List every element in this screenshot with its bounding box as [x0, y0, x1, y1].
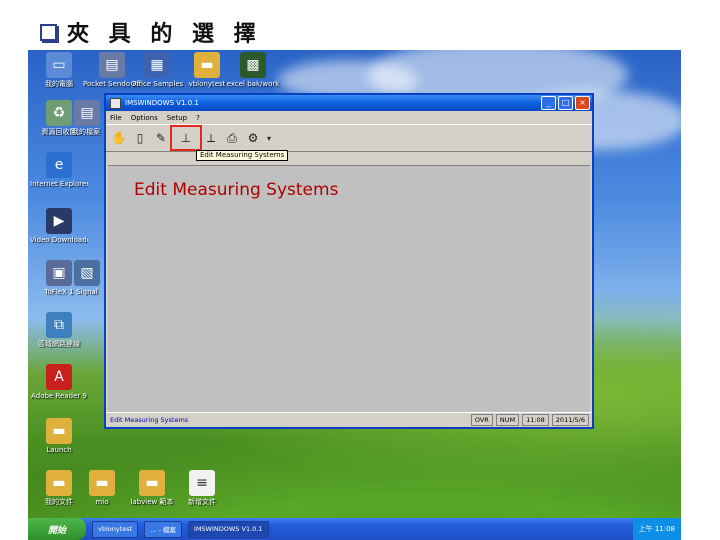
menu-help[interactable]: ? — [196, 114, 200, 122]
shortcut-icon: ▤ — [74, 100, 100, 126]
menu-options[interactable]: Options — [131, 114, 158, 122]
toolbar: ✋ ▯ ✎ ⊥ ⟂ ⎙ ⚙ ▾ — [106, 124, 592, 152]
status-message: Edit Measuring Systems — [110, 416, 189, 424]
maximize-button[interactable]: □ — [558, 96, 573, 110]
tooltip: Edit Measuring Systems — [196, 150, 289, 161]
folder-icon: ▬ — [194, 52, 220, 78]
gear-icon[interactable]: ⚙ — [244, 128, 262, 148]
status-date: 2011/5/6 — [551, 414, 589, 426]
internet-explorer-icon: e — [46, 152, 72, 178]
system-tray: 上午 11:08 — [632, 518, 681, 540]
status-ovr: OVR — [470, 414, 493, 426]
app-icon — [110, 97, 121, 109]
app-window: IMSWINDOWS V1.0.1 _ □ × File Options Set… — [104, 93, 594, 429]
desktop-icon-my-computer[interactable]: ▭ 我的電腦 — [30, 52, 88, 88]
slide-title-text: 夾 具 的 選 擇 — [67, 22, 262, 47]
document-icon: ≡ — [189, 470, 215, 496]
taskbar: 開始 vblonytest ... - 檔案 IMSWINDOWS V1.0.1… — [28, 518, 681, 540]
shortcut-icon: ▩ — [240, 52, 266, 78]
start-button[interactable]: 開始 — [28, 518, 86, 540]
close-button[interactable]: × — [575, 96, 590, 110]
desktop-icon-network[interactable]: ⧉ 區域網路連線 — [30, 312, 88, 348]
folder-icon: ▬ — [46, 418, 72, 444]
desktop-icon-video[interactable]: ▶ Video Downloader — [30, 208, 88, 244]
desktop-icon-ie[interactable]: e Internet Explorer — [30, 152, 88, 188]
status-num: NUM — [495, 414, 520, 426]
menu-bar: File Options Setup ? — [106, 111, 592, 124]
folder-icon: ▬ — [89, 470, 115, 496]
menu-file[interactable]: File — [110, 114, 122, 122]
desktop-icon-signal[interactable]: ▧ Signal — [72, 260, 102, 296]
network-icon: ⧉ — [46, 312, 72, 338]
shortcut-icon: ▧ — [74, 260, 100, 286]
status-bar: Edit Measuring Systems OVR NUM 11:08 201… — [106, 412, 592, 427]
minimize-button[interactable]: _ — [541, 96, 556, 110]
main-label: Edit Measuring Systems — [134, 180, 339, 200]
desktop-icon-files[interactable]: ▤ 我的檔案 s — [72, 100, 102, 136]
edit-pen-icon[interactable]: ✎ — [152, 128, 170, 148]
desktop-icon-new-doc[interactable]: ≡ 新增文件 — [173, 470, 231, 506]
window-titlebar[interactable]: IMSWINDOWS V1.0.1 _ □ × — [106, 95, 592, 111]
clock: 上午 11:08 — [638, 525, 675, 533]
slide-title: 夾 具 的 選 擇 — [40, 18, 262, 47]
print-icon[interactable]: ⎙ — [223, 128, 241, 148]
measuring-system-icon[interactable]: ⊥ — [170, 125, 202, 151]
folder-icon: ▬ — [139, 470, 165, 496]
calibrate-icon[interactable]: ⟂ — [202, 128, 220, 148]
desktop-icon-excel[interactable]: ▩ excel bak/work — [224, 52, 282, 88]
computer-icon: ▭ — [46, 52, 72, 78]
new-file-icon[interactable]: ▯ — [131, 128, 149, 148]
film-icon: ▶ — [46, 208, 72, 234]
chevron-down-icon[interactable]: ▾ — [265, 128, 273, 148]
shortcut-icon: ▤ — [99, 52, 125, 78]
abort-icon[interactable]: ✋ — [110, 128, 128, 148]
monitor-icon: ▣ — [46, 260, 72, 286]
window-title: IMSWINDOWS V1.0.1 — [125, 99, 199, 107]
menu-setup[interactable]: Setup — [167, 114, 187, 122]
taskbar-item[interactable]: ... - 檔案 — [144, 520, 182, 538]
taskbar-item[interactable]: vblonytest — [92, 520, 139, 538]
desktop-icon-launch[interactable]: ▬ Launch — [30, 418, 88, 454]
status-time: 11:08 — [522, 414, 549, 426]
bullet-box-icon — [40, 23, 57, 41]
client-area: Edit Measuring Systems — [108, 165, 590, 412]
desktop-icon-adobe[interactable]: A Adobe Reader 9 — [30, 364, 88, 400]
folder-icon: ▬ — [46, 470, 72, 496]
taskbar-item-active[interactable]: IMSWINDOWS V1.0.1 — [187, 520, 269, 538]
recycle-bin-icon: ♻ — [46, 100, 72, 126]
shortcut-icon: ▦ — [144, 52, 170, 78]
pdf-icon: A — [46, 364, 72, 390]
